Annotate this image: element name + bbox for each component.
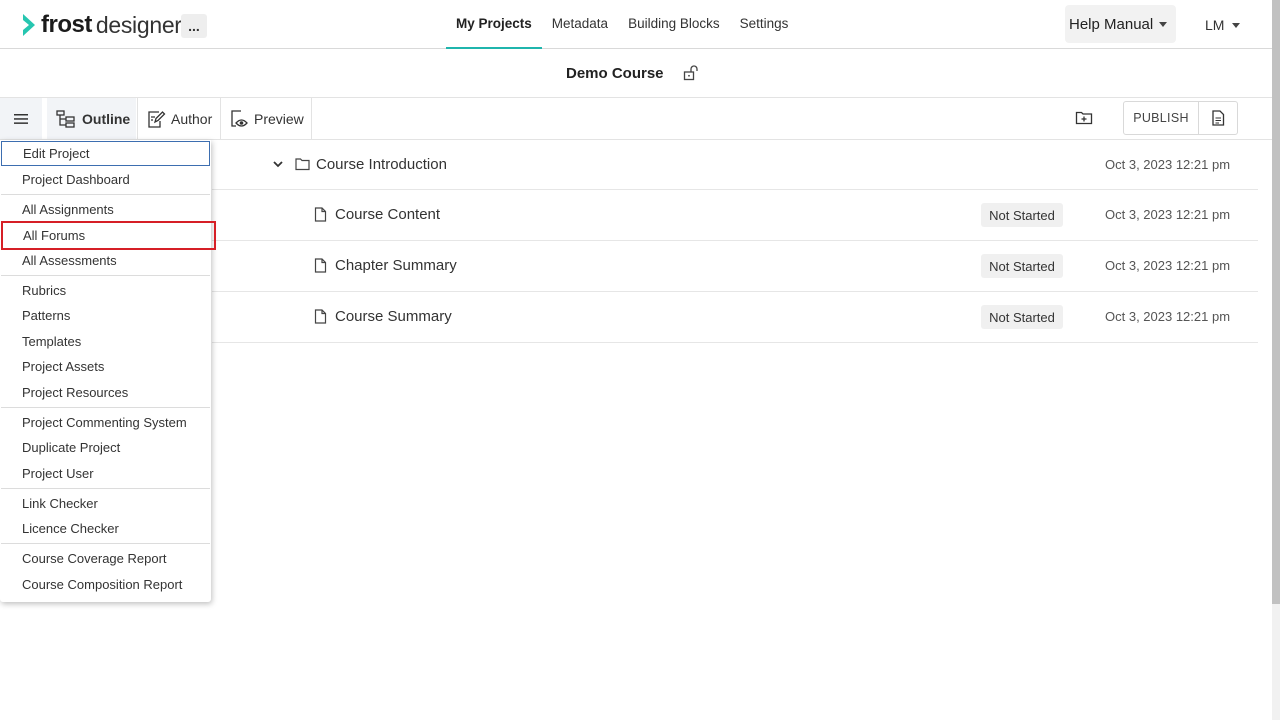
- chevron-down-icon[interactable]: [272, 157, 284, 171]
- menu-item-project-dashboard[interactable]: Project Dashboard: [1, 167, 210, 192]
- page-icon: [314, 258, 327, 273]
- nav-metadata[interactable]: Metadata: [542, 0, 618, 49]
- more-options-button[interactable]: ...: [181, 14, 207, 38]
- logo-designer-text: designer: [95, 11, 182, 38]
- folder-date: Oct 3, 2023 12:21 pm: [1105, 157, 1231, 172]
- menu-item-all-assessments[interactable]: All Assessments: [1, 248, 210, 273]
- user-initials: LM: [1205, 17, 1225, 33]
- course-title: Demo Course: [566, 65, 664, 82]
- menu-item-link-checker[interactable]: Link Checker: [1, 491, 210, 516]
- add-folder-icon[interactable]: [1075, 110, 1093, 126]
- menu-item-templates[interactable]: Templates: [1, 329, 210, 354]
- status-badge: Not Started: [981, 254, 1063, 278]
- logo-frost-text: frost: [41, 11, 92, 38]
- outline-page-row[interactable]: Course Content Not Started Oct 3, 2023 1…: [212, 190, 1258, 241]
- menu-divider: [1, 194, 210, 195]
- menu-item-patterns[interactable]: Patterns: [1, 303, 210, 328]
- outline-tree-icon: [56, 109, 75, 128]
- status-badge: Not Started: [981, 305, 1063, 329]
- tab-outline-label: Outline: [82, 110, 131, 127]
- main-nav: My Projects Metadata Building Blocks Set…: [446, 0, 798, 49]
- menu-item-course-coverage-report[interactable]: Course Coverage Report: [1, 546, 210, 571]
- project-menu-dropdown: Edit Project Project Dashboard All Assig…: [0, 140, 216, 602]
- menu-item-edit-project[interactable]: Edit Project: [1, 141, 210, 166]
- page-label: Course Content: [335, 206, 441, 223]
- page-scrollbar-thumb[interactable]: [1272, 0, 1280, 604]
- publish-button[interactable]: PUBLISH: [1123, 101, 1199, 135]
- menu-item-project-user[interactable]: Project User: [1, 461, 210, 486]
- menu-item-course-composition-report[interactable]: Course Composition Report: [1, 572, 210, 597]
- menu-divider: [1, 275, 210, 276]
- page-date: Oct 3, 2023 12:21 pm: [1105, 309, 1231, 324]
- outline-folder-row[interactable]: Course Introduction Oct 3, 2023 12:21 pm: [212, 140, 1258, 190]
- menu-divider: [1, 543, 210, 544]
- menu-divider: [1, 407, 210, 408]
- status-badge: Not Started: [981, 203, 1063, 227]
- user-menu[interactable]: LM: [1205, 17, 1241, 33]
- page-icon: [314, 309, 327, 324]
- page-scrollbar-track[interactable]: [1272, 604, 1280, 720]
- unlock-icon[interactable]: [683, 65, 699, 81]
- menu-item-all-assignments[interactable]: All Assignments: [1, 197, 210, 222]
- nav-building-blocks[interactable]: Building Blocks: [618, 0, 730, 49]
- frost-designer-logo[interactable]: frost designer: [22, 11, 182, 39]
- document-button[interactable]: [1198, 101, 1238, 135]
- folder-icon: [295, 158, 310, 171]
- tab-outline[interactable]: Outline: [47, 98, 136, 139]
- document-icon: [1212, 110, 1225, 126]
- menu-item-all-forums[interactable]: All Forums: [1, 221, 216, 250]
- outline-page-row[interactable]: Chapter Summary Not Started Oct 3, 2023 …: [212, 241, 1258, 292]
- caret-down-icon: [1232, 22, 1241, 28]
- logo-chevron-icon: [23, 14, 35, 36]
- menu-item-duplicate-project[interactable]: Duplicate Project: [1, 435, 210, 460]
- help-manual-label: Help Manual: [1069, 15, 1154, 33]
- menu-item-project-resources[interactable]: Project Resources: [1, 380, 210, 405]
- tab-preview[interactable]: Preview: [220, 98, 312, 139]
- tab-author-label: Author: [171, 110, 213, 127]
- menu-item-project-commenting-system[interactable]: Project Commenting System: [1, 410, 210, 435]
- page-label: Chapter Summary: [335, 257, 457, 274]
- course-title-bar: Demo Course: [0, 49, 1272, 98]
- preview-eye-icon: [231, 109, 248, 127]
- page-date: Oct 3, 2023 12:21 pm: [1105, 207, 1231, 222]
- menu-item-rubrics[interactable]: Rubrics: [1, 278, 210, 303]
- top-navbar: frost designer ... My Projects Metadata …: [0, 0, 1272, 49]
- menu-divider: [1, 488, 210, 489]
- hamburger-icon: [14, 113, 28, 124]
- caret-down-icon: [1159, 21, 1168, 27]
- nav-settings[interactable]: Settings: [730, 0, 799, 49]
- author-edit-icon: [148, 110, 166, 128]
- tab-preview-label: Preview: [254, 110, 304, 127]
- folder-label: Course Introduction: [316, 156, 447, 173]
- hamburger-menu-button[interactable]: [0, 98, 42, 139]
- tab-author[interactable]: Author: [137, 98, 219, 139]
- nav-my-projects[interactable]: My Projects: [446, 0, 542, 49]
- page-date: Oct 3, 2023 12:21 pm: [1105, 258, 1231, 273]
- outline-page-row[interactable]: Course Summary Not Started Oct 3, 2023 1…: [212, 292, 1258, 343]
- menu-item-licence-checker[interactable]: Licence Checker: [1, 516, 210, 541]
- page-label: Course Summary: [335, 308, 452, 325]
- page-icon: [314, 207, 327, 222]
- editor-toolbar: Outline Author Preview PUBLISH: [0, 98, 1272, 140]
- menu-item-project-assets[interactable]: Project Assets: [1, 354, 210, 379]
- help-manual-dropdown[interactable]: Help Manual: [1065, 5, 1176, 43]
